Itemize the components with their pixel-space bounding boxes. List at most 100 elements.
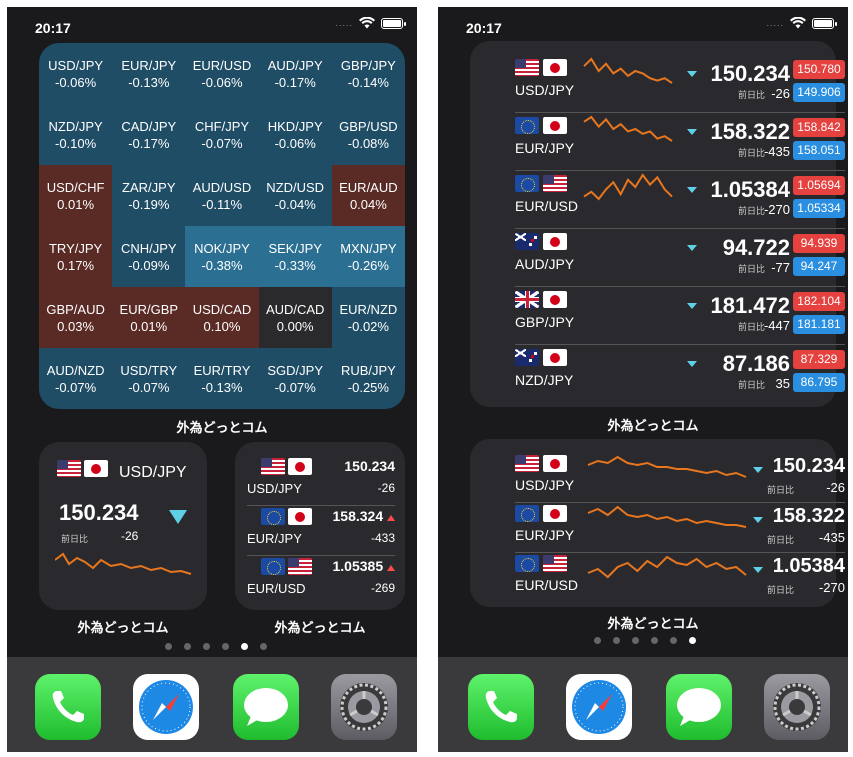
pair-label: GBP/JPY [515,314,575,330]
messages-app-icon[interactable] [666,674,732,740]
down-arrow-icon [687,187,697,193]
safari-app-icon[interactable] [133,674,199,740]
gb-flag-icon [515,291,539,308]
change-percent: -0.17% [274,74,316,90]
list-item[interactable]: 1.05385 EUR/USD -269 [247,558,395,608]
page-dot[interactable] [222,643,229,650]
heatmap-cell[interactable]: NZD/USD -0.04% [258,165,332,226]
heatmap-cell[interactable]: HKD/JPY -0.06% [258,104,332,165]
page-dot[interactable] [689,637,696,644]
page-dot[interactable] [184,643,191,650]
list-item[interactable]: 150.234 USD/JPY -26 [247,458,395,508]
price-value: 1.05385 [332,558,384,574]
heatmap-cell[interactable]: GBP/JPY -0.14% [331,43,405,104]
heatmap-cell[interactable]: EUR/TRY -0.13% [185,348,259,409]
list-item[interactable]: EUR/JPY 158.322 前日比 -435 158.842 158.051 [515,113,845,171]
settings-app-icon[interactable] [764,674,830,740]
heatmap-cell[interactable]: ZAR/JPY -0.19% [112,165,186,226]
prev-day-label: 前日比 [738,148,766,158]
pair-label: USD/TRY [120,362,178,378]
flag-pair [515,117,567,134]
wifi-icon [359,17,375,29]
heatmap-cell[interactable]: SEK/JPY -0.33% [258,226,332,287]
us-flag-icon [543,175,567,192]
page-dot[interactable] [594,637,601,644]
heatmap-cell[interactable]: EUR/AUD 0.04% [331,165,405,226]
heatmap-cell[interactable]: EUR/NZD -0.02% [331,287,405,348]
page-dot[interactable] [613,637,620,644]
page-dot[interactable] [260,643,267,650]
flag-pair [261,458,312,475]
high-badge: 87.329 [793,350,845,369]
down-arrow-icon [687,245,697,251]
heatmap-cell[interactable]: USD/CHF 0.01% [39,165,113,226]
heatmap-cell[interactable]: SGD/JPY -0.07% [258,348,332,409]
settings-app-icon[interactable] [331,674,397,740]
pair-label: USD/JPY [119,464,187,481]
list-item[interactable]: EUR/USD 1.05384 前日比 -270 [515,553,845,601]
page-dot[interactable] [203,643,210,650]
heatmap-cell[interactable]: AUD/NZD -0.07% [39,348,113,409]
heatmap-cell[interactable]: RUB/JPY -0.25% [331,348,405,409]
pair-label: TRY/JPY [48,240,103,256]
heatmap-cell[interactable]: CAD/JPY -0.17% [112,104,186,165]
flag-pair [57,460,108,477]
heatmap-cell[interactable]: TRY/JPY 0.17% [39,226,113,287]
heatmap-cell[interactable]: CNH/JPY -0.09% [112,226,186,287]
safari-app-icon[interactable] [566,674,632,740]
page-dot[interactable] [241,643,248,650]
heatmap-cell[interactable]: AUD/CAD 0.00% [258,287,332,348]
heatmap-cell[interactable]: MXN/JPY -0.26% [331,226,405,287]
pair-label: GBP/AUD [46,301,105,317]
heatmap-cell[interactable]: AUD/USD -0.11% [185,165,259,226]
pair-label: GBP/JPY [340,57,396,73]
prev-day-label: 前日比 [767,485,795,495]
up-arrow-icon [387,515,395,521]
heatmap-cell[interactable]: CHF/JPY -0.07% [185,104,259,165]
phone-app-icon[interactable] [35,674,101,740]
list-item[interactable]: USD/JPY 150.234 前日比 -26 150.780 149.906 [515,55,845,113]
list-item[interactable]: NZD/JPY 87.186 前日比 35 87.329 86.795 [515,345,845,403]
page-dot[interactable] [632,637,639,644]
page-dot[interactable] [165,643,172,650]
fx-heatmap-widget[interactable]: USD/JPY -0.06% EUR/JPY -0.13% EUR/USD -0.06% A… [39,43,405,409]
page-dot[interactable] [651,637,658,644]
messages-app-icon[interactable] [233,674,299,740]
page-dot[interactable] [670,637,677,644]
heatmap-cell[interactable]: USD/CAD 0.10% [185,287,259,348]
phone-app-icon[interactable] [468,674,534,740]
price: 1.05384 [710,177,790,202]
single-pair-widget[interactable]: USD/JPY 150.234 前日比 -26 [39,442,207,610]
home-screen-left: 20:17 ..... USD/JPY -0.06% EUR/JPY -0.13% EU… [7,7,417,752]
pair-label: RUB/JPY [340,362,396,378]
heatmap-cell[interactable]: USD/JPY -0.06% [39,43,113,104]
heatmap-cell[interactable]: EUR/USD -0.06% [185,43,259,104]
list-item[interactable]: GBP/JPY 181.472 前日比 -447 182.104 181.181 [515,287,845,345]
change-percent: 0.17% [57,257,95,273]
page-indicator[interactable] [594,637,696,644]
pair-list-widget[interactable]: 150.234 USD/JPY -26 158.324 EUR/JPY -433… [235,442,405,610]
heatmap-cell[interactable]: NOK/JPY -0.38% [185,226,259,287]
fx-large-widget[interactable]: USD/JPY 150.234 前日比 -26 150.780 149.906 EUR/JP… [470,41,845,407]
heatmap-cell[interactable]: AUD/JPY -0.17% [258,43,332,104]
widget-caption: 外為どっとコム [607,616,699,631]
signal-icon: ..... [766,18,784,28]
list-item[interactable]: AUD/JPY 94.722 前日比 -77 94.939 94.247 [515,229,845,287]
list-item[interactable]: 158.324 EUR/JPY -433 [247,508,395,558]
heatmap-cell[interactable]: NZD/JPY -0.10% [39,104,113,165]
list-item[interactable]: EUR/JPY 158.322 前日比 -435 [515,503,845,553]
page-indicator[interactable] [165,643,267,650]
pair-label: CNH/JPY [120,240,177,256]
change-percent: 0.03% [57,318,95,334]
heatmap-cell[interactable]: EUR/JPY -0.13% [112,43,186,104]
price: 158.324 [333,508,395,524]
pair-label: MXN/JPY [340,240,397,256]
fx-medium-widget[interactable]: USD/JPY 150.234 前日比 -26 EUR/JPY 158.322 前日比 -43… [470,439,845,607]
heatmap-cell[interactable]: GBP/AUD 0.03% [39,287,113,348]
list-item[interactable]: EUR/USD 1.05384 前日比 -270 1.05694 1.05334 [515,171,845,229]
list-item[interactable]: USD/JPY 150.234 前日比 -26 [515,453,845,503]
pair-label: USD/JPY [515,82,575,98]
heatmap-cell[interactable]: USD/TRY -0.07% [112,348,186,409]
heatmap-cell[interactable]: EUR/GBP 0.01% [112,287,186,348]
heatmap-cell[interactable]: GBP/USD -0.08% [331,104,405,165]
